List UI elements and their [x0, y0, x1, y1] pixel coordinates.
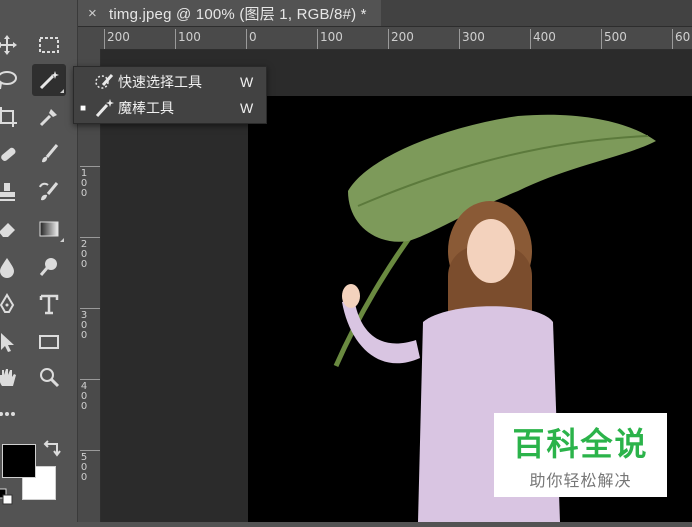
rectangle-icon — [39, 335, 59, 349]
pen-tool[interactable] — [0, 288, 24, 320]
selected-mark: ■ — [79, 102, 87, 114]
dodge-tool[interactable] — [32, 251, 66, 283]
swap-arrows-icon — [43, 440, 61, 457]
ruler-label: 300 — [462, 30, 485, 44]
dodge-icon — [39, 258, 57, 276]
crop-tool[interactable] — [0, 101, 24, 133]
lasso-icon — [0, 71, 17, 90]
tools-panel — [0, 0, 78, 522]
eyedropper-tool[interactable] — [32, 101, 66, 133]
close-tab-icon[interactable]: × — [88, 5, 97, 22]
ruler-label: 0 — [249, 30, 257, 44]
rectangle-tool[interactable] — [32, 326, 66, 358]
ruler-origin[interactable] — [78, 27, 103, 50]
clone-stamp-tool[interactable] — [0, 176, 24, 208]
document-tab-bar: × timg.jpeg @ 100% (图层 1, RGB/8#) * — [78, 0, 692, 27]
ruler-label: 400 — [533, 30, 556, 44]
brush-tool[interactable] — [32, 138, 66, 170]
ruler-label: 100 — [320, 30, 343, 44]
ruler-label: 60 — [675, 30, 691, 44]
type-tool[interactable] — [32, 288, 66, 320]
watermark-subtitle: 助你轻松解决 — [529, 471, 632, 490]
path-selection-tool[interactable] — [0, 326, 24, 358]
watermark-logo: 百科全说 助你轻松解决 — [494, 413, 667, 497]
ruler-label: 4 0 0 — [80, 381, 88, 412]
default-colors-icon — [0, 488, 13, 505]
document-tab[interactable]: × timg.jpeg @ 100% (图层 1, RGB/8#) * — [78, 0, 381, 26]
horizontal-ruler[interactable]: 200 100 0 100 200 300 400 500 60 — [102, 27, 692, 50]
move-icon — [0, 35, 17, 55]
ellipsis-icon — [0, 412, 15, 416]
history-brush-icon — [39, 182, 59, 201]
default-colors[interactable] — [0, 486, 16, 508]
magic-wand-icon — [92, 97, 118, 119]
history-brush-tool[interactable] — [32, 176, 66, 208]
gradient-icon — [39, 221, 59, 237]
ruler-label: 200 — [107, 30, 130, 44]
blur-tool[interactable] — [0, 251, 24, 283]
gradient-tool[interactable] — [32, 213, 66, 245]
ruler-label: 100 — [178, 30, 201, 44]
quick-selection-icon — [92, 71, 118, 93]
hand-icon — [0, 369, 16, 386]
move-tool[interactable] — [0, 29, 24, 61]
marquee-tool[interactable] — [32, 29, 66, 61]
arrow-cursor-icon — [1, 333, 14, 352]
swap-colors[interactable] — [40, 438, 64, 460]
ruler-label: 500 — [604, 30, 627, 44]
foreground-color-swatch[interactable] — [2, 444, 36, 478]
brush-icon — [42, 144, 59, 163]
ruler-label: 3 0 0 — [80, 310, 88, 341]
magnifier-icon — [40, 368, 60, 388]
ruler-label: 200 — [391, 30, 414, 44]
ruler-label: 5 0 0 — [80, 452, 88, 483]
eraser-tool[interactable] — [0, 213, 24, 245]
magic-wand-icon — [39, 71, 59, 90]
tool-flyout-menu: 快速选择工具 W ■ 魔棒工具 W — [73, 66, 267, 124]
hand-tool[interactable] — [0, 361, 24, 393]
menu-item-shortcut: W — [240, 100, 254, 116]
stamp-icon — [0, 183, 15, 201]
magic-wand-tool[interactable] — [32, 64, 66, 96]
ruler-label: 1 0 0 — [80, 168, 88, 199]
menu-item-label: 魔棒工具 — [118, 100, 174, 116]
type-icon — [39, 294, 59, 315]
bandage-icon — [1, 147, 16, 161]
menu-item-shortcut: W — [240, 74, 254, 90]
menu-item-quick-selection[interactable]: 快速选择工具 W — [74, 69, 266, 95]
zoom-tool[interactable] — [32, 361, 66, 393]
crop-icon — [0, 107, 17, 127]
eyedropper-icon — [39, 109, 57, 127]
healing-brush-tool[interactable] — [0, 138, 24, 170]
rectangular-marquee-icon — [39, 37, 59, 53]
lasso-tool[interactable] — [0, 64, 24, 96]
menu-item-label: 快速选择工具 — [118, 74, 202, 90]
ruler-label: 2 0 0 — [80, 239, 88, 270]
more-tools[interactable] — [0, 398, 24, 430]
eraser-icon — [0, 223, 15, 237]
watermark-title: 百科全说 — [512, 425, 649, 463]
menu-item-magic-wand[interactable]: ■ 魔棒工具 W — [74, 95, 266, 121]
pen-icon — [0, 293, 15, 313]
document-tab-title: timg.jpeg @ 100% (图层 1, RGB/8#) * — [108, 5, 367, 23]
drop-icon — [0, 258, 14, 278]
